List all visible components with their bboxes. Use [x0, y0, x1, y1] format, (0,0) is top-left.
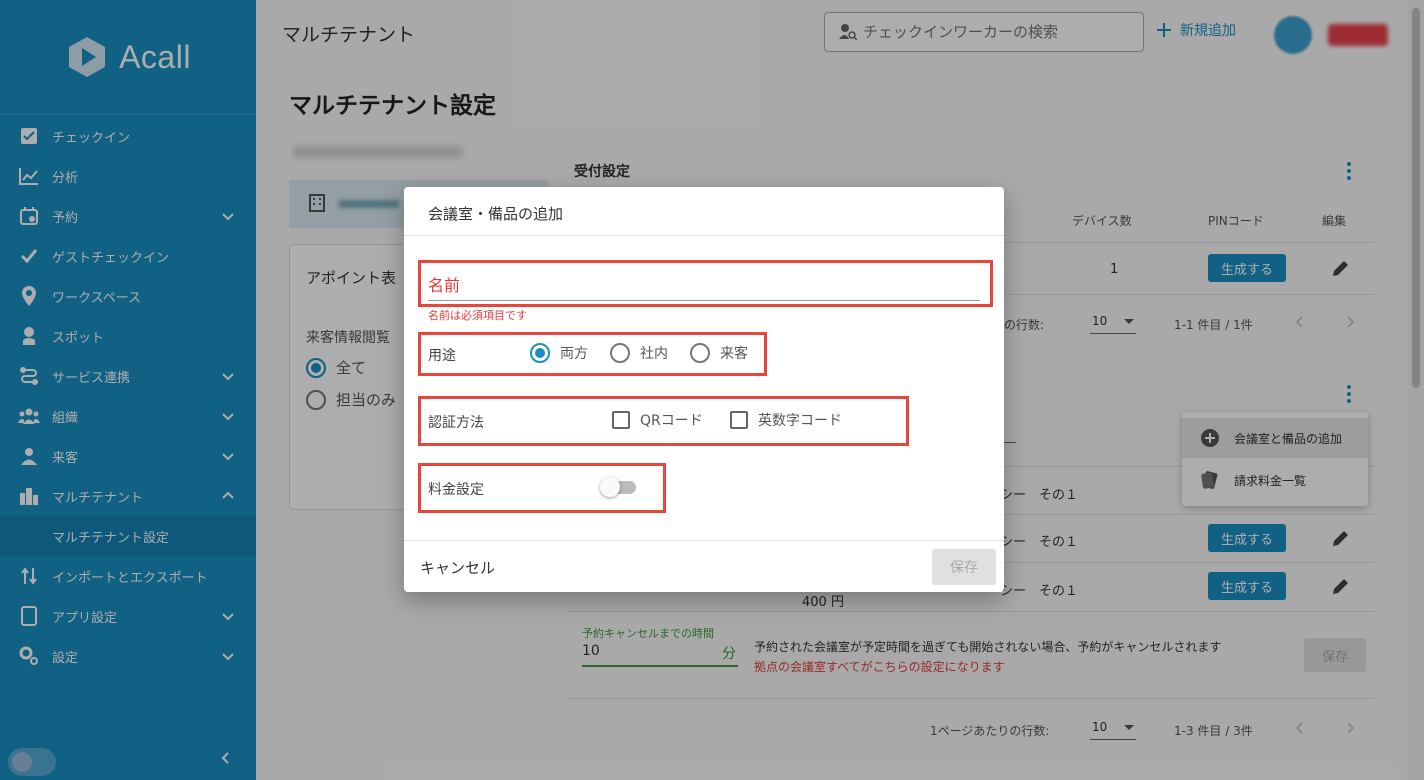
divider [404, 540, 1004, 541]
divider [404, 235, 1004, 236]
toggle-knob [600, 477, 620, 497]
name-error: 名前は必須項目です [428, 309, 527, 322]
auth-option-qr[interactable]: QRコード [612, 410, 703, 430]
checkbox-label: QRコード [640, 413, 703, 429]
usage-option-internal[interactable]: 社内 [610, 343, 668, 363]
auth-label: 認証方法 [428, 415, 484, 431]
add-room-dialog: 会議室・備品の追加 名前は必須項目です 用途 両方 社内 来客 認証方法 QRコ… [404, 187, 1004, 592]
usage-option-both[interactable]: 両方 [530, 343, 588, 363]
checkbox-icon [730, 411, 748, 429]
checkbox-icon [612, 411, 630, 429]
radio-checked-icon [530, 343, 550, 363]
usage-option-visitor[interactable]: 来客 [690, 343, 748, 363]
save-button[interactable]: 保存 [932, 549, 996, 585]
name-input[interactable] [428, 267, 980, 301]
usage-label: 用途 [428, 348, 456, 364]
auth-option-alnum[interactable]: 英数字コード [730, 410, 842, 430]
radio-label: 両方 [560, 346, 588, 362]
radio-label: 来客 [720, 346, 748, 362]
dialog-title: 会議室・備品の追加 [428, 205, 564, 223]
radio-unchecked-icon [610, 343, 630, 363]
checkbox-label: 英数字コード [758, 413, 842, 429]
radio-unchecked-icon [690, 343, 710, 363]
radio-label: 社内 [640, 346, 668, 362]
fee-toggle[interactable] [600, 477, 638, 497]
cancel-button[interactable]: キャンセル [420, 557, 495, 578]
fee-label: 料金設定 [428, 482, 484, 498]
